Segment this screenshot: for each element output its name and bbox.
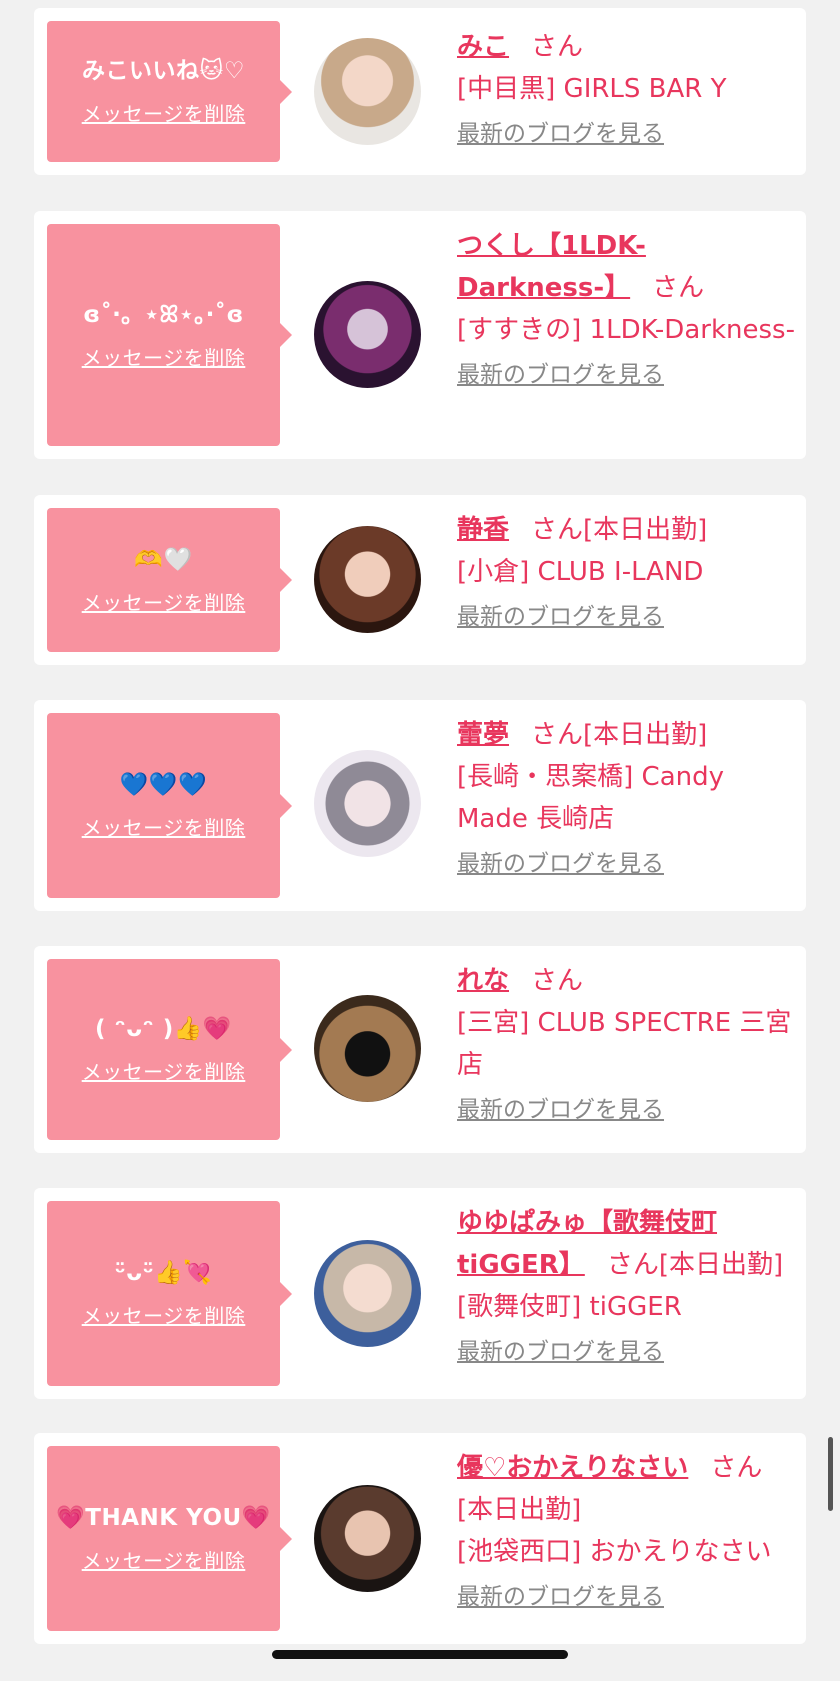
message-text: みこいいね🐱♡ (81, 58, 246, 84)
latest-blog-link[interactable]: 最新のブログを見る (457, 116, 664, 152)
shop-name: [三宮] CLUB SPECTRE 三宮店 (457, 1008, 792, 1080)
shop-name: [長崎・思案橋] Candy Made 長崎店 (457, 762, 725, 834)
cast-info: ゆゆぱみゅ【歌舞伎町tiGGER】 さん[本日出勤] [歌舞伎町] tiGGER … (457, 1202, 797, 1372)
latest-blog-link[interactable]: 最新のブログを見る (457, 1334, 664, 1370)
avatar[interactable] (314, 38, 421, 145)
status-badge: [本日出勤] (457, 1495, 582, 1525)
message-card: ᵕ̈ᴗᵕ̈👍💘 メッセージを削除 ゆゆぱみゅ【歌舞伎町tiGGER】 さん[本日出… (34, 1188, 806, 1399)
avatar[interactable] (314, 750, 421, 857)
avatar[interactable] (314, 995, 421, 1102)
cast-info: 蕾夢 さん[本日出勤] [長崎・思案橋] Candy Made 長崎店 最新のブロ… (457, 714, 797, 884)
message-text: 🫶🤍 (134, 546, 193, 573)
message-card: ( ᵔᴗᵔ )👍💗 メッセージを削除 れな さん [三宮] CLUB SPECTR… (34, 946, 806, 1153)
status-badge: [本日出勤] (583, 720, 708, 750)
delete-message-link[interactable]: メッセージを削除 (82, 98, 246, 127)
cast-name-link[interactable]: 優♡おかえりなさい (457, 1453, 688, 1483)
latest-blog-link[interactable]: 最新のブログを見る (457, 846, 664, 882)
shop-name: [歌舞伎町] tiGGER (457, 1292, 682, 1322)
latest-blog-link[interactable]: 最新のブログを見る (457, 1092, 664, 1128)
san-label: さん (531, 515, 584, 545)
status-badge: [本日出勤] (583, 515, 708, 545)
message-bubble: ᵕ̈ᴗᵕ̈👍💘 メッセージを削除 (47, 1201, 292, 1386)
avatar[interactable] (314, 1485, 421, 1592)
cast-name-link[interactable]: 蕾夢 (457, 720, 509, 750)
cast-info: みこ さん [中目黒] GIRLS BAR Y 最新のブログを見る (457, 26, 797, 154)
cast-info: 静香 さん[本日出勤] [小倉] CLUB I-LAND 最新のブログを見る (457, 509, 797, 637)
cast-info: 優♡おかえりなさい さん [本日出勤] [池袋西口] おかえりなさい 最新のブログを… (457, 1447, 797, 1617)
delete-message-link[interactable]: メッセージを削除 (82, 812, 246, 841)
san-label: さん (531, 966, 584, 996)
avatar[interactable] (314, 1240, 421, 1347)
message-bubble: 💗THANK YOU💗 メッセージを削除 (47, 1446, 292, 1631)
delete-message-link[interactable]: メッセージを削除 (82, 1056, 246, 1085)
message-bubble: ɞ˚‧。⋆ꕤ⋆。‧˚ɞ メッセージを削除 (47, 224, 292, 446)
cast-info: れな さん [三宮] CLUB SPECTRE 三宮店 最新のブログを見る (457, 960, 797, 1130)
message-card: みこいいね🐱♡ メッセージを削除 みこ さん [中目黒] GIRLS BAR Y … (34, 8, 806, 175)
message-card: ɞ˚‧。⋆ꕤ⋆。‧˚ɞ メッセージを削除 つくし【1LDK-Darkness-】… (34, 211, 806, 459)
cast-info: つくし【1LDK-Darkness-】 さん [すすきの] 1LDK-Darkne… (457, 225, 797, 395)
message-card: 🫶🤍 メッセージを削除 静香 さん[本日出勤] [小倉] CLUB I-LAND … (34, 495, 806, 665)
san-label: さん (531, 720, 584, 750)
avatar[interactable] (314, 281, 421, 388)
message-card: 💙💙💙 メッセージを削除 蕾夢 さん[本日出勤] [長崎・思案橋] Candy M… (34, 700, 806, 911)
message-text: ᵕ̈ᴗᵕ̈👍💘 (114, 1260, 213, 1286)
message-text: ɞ˚‧。⋆ꕤ⋆。‧˚ɞ (83, 301, 244, 328)
shop-name: [池袋西口] おかえりなさい (457, 1537, 772, 1567)
san-label: さん (652, 273, 705, 303)
cast-name-link[interactable]: 静香 (457, 515, 509, 545)
message-text: ( ᵔᴗᵔ )👍💗 (94, 1016, 233, 1042)
message-bubble: 🫶🤍 メッセージを削除 (47, 508, 292, 652)
shop-name: [中目黒] GIRLS BAR Y (457, 74, 727, 104)
delete-message-link[interactable]: メッセージを削除 (82, 1300, 246, 1329)
message-bubble: 💙💙💙 メッセージを削除 (47, 713, 292, 898)
cast-name-link[interactable]: みこ (457, 32, 509, 62)
status-badge: [本日出勤] (658, 1250, 784, 1280)
message-bubble: みこいいね🐱♡ メッセージを削除 (47, 21, 292, 162)
san-label: さん (710, 1453, 763, 1483)
message-card: 💗THANK YOU💗 メッセージを削除 優♡おかえりなさい さん [本日出勤] [… (34, 1433, 806, 1644)
message-text: 💗THANK YOU💗 (56, 1505, 271, 1531)
delete-message-link[interactable]: メッセージを削除 (82, 342, 246, 371)
message-text: 💙💙💙 (119, 772, 208, 798)
shop-name: [すすきの] 1LDK-Darkness- (457, 315, 795, 345)
scrollbar[interactable] (828, 1437, 833, 1511)
latest-blog-link[interactable]: 最新のブログを見る (457, 1579, 664, 1615)
san-label: さん (531, 32, 584, 62)
san-label: さん (606, 1250, 659, 1280)
home-indicator[interactable] (272, 1650, 568, 1659)
avatar[interactable] (314, 526, 421, 633)
message-bubble: ( ᵔᴗᵔ )👍💗 メッセージを削除 (47, 959, 292, 1140)
delete-message-link[interactable]: メッセージを削除 (82, 1545, 246, 1574)
latest-blog-link[interactable]: 最新のブログを見る (457, 357, 664, 393)
cast-name-link[interactable]: れな (457, 966, 509, 996)
delete-message-link[interactable]: メッセージを削除 (82, 587, 246, 616)
cast-name-link[interactable]: つくし【1LDK-Darkness-】 (457, 231, 646, 303)
shop-name: [小倉] CLUB I-LAND (457, 557, 704, 587)
latest-blog-link[interactable]: 最新のブログを見る (457, 599, 664, 635)
